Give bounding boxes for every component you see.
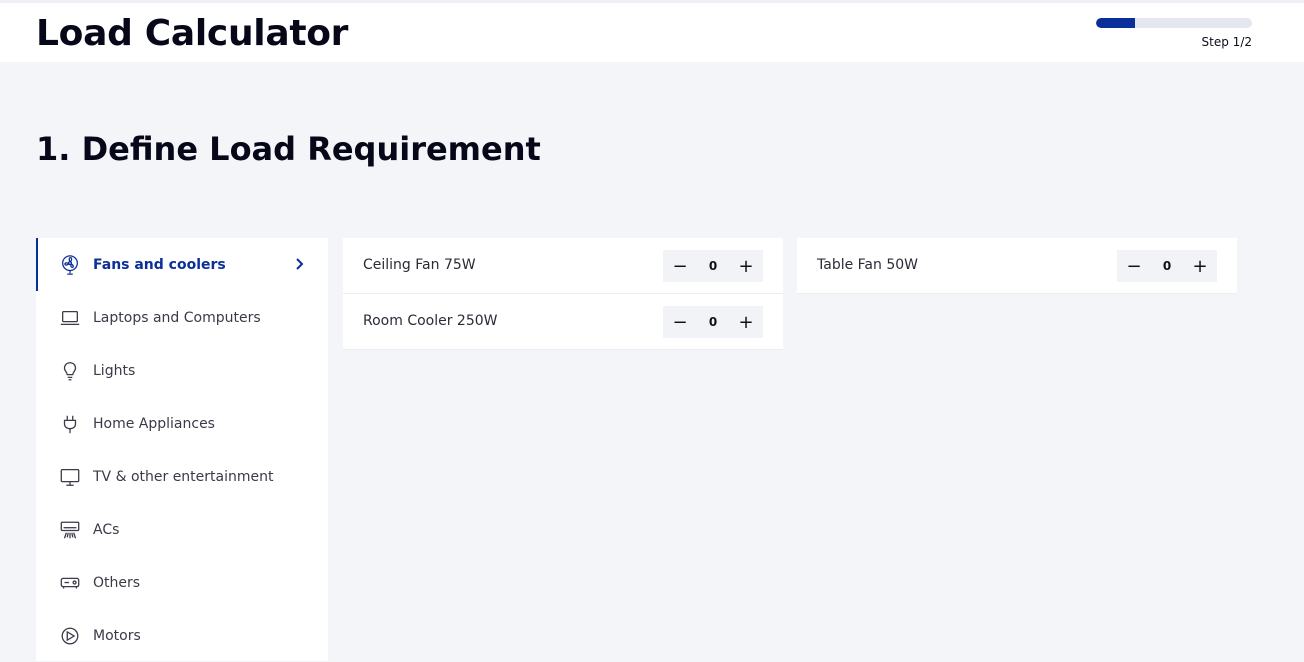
sidebar-item-laptops-and-computers[interactable]: Laptops and Computers (36, 291, 328, 344)
motor-icon (58, 624, 82, 648)
quantity-stepper: − 0 + (663, 306, 763, 338)
sidebar-item-label: Fans and coolers (93, 256, 226, 273)
quantity-value: 0 (708, 259, 718, 273)
sidebar-item-fans-and-coolers[interactable]: Fans and coolers (36, 238, 328, 291)
quantity-stepper: − 0 + (1117, 250, 1217, 282)
list-item: Table Fan 50W − 0 + (797, 238, 1237, 294)
sidebar-item-label: ACs (93, 521, 120, 538)
sidebar-item-label: Lights (93, 362, 136, 379)
category-sidebar: Fans and coolers Laptops and Computers L… (36, 238, 328, 661)
section-title: 1. Define Load Requirement (36, 130, 541, 168)
sidebar-item-tv-entertainment[interactable]: TV & other entertainment (36, 450, 328, 503)
decrement-button[interactable]: − (1117, 250, 1151, 282)
plug-icon (58, 412, 82, 436)
list-item: Room Cooler 250W − 0 + (343, 294, 783, 350)
sidebar-item-label: Home Appliances (93, 415, 215, 432)
decrement-button[interactable]: − (663, 250, 697, 282)
sidebar-item-label: Others (93, 574, 141, 591)
step-indicator: Step 1/2 (1201, 35, 1252, 49)
sidebar-item-label: Laptops and Computers (93, 309, 261, 326)
quantity-stepper: − 0 + (663, 250, 763, 282)
quantity-value: 0 (708, 315, 718, 329)
sidebar-item-label: Motors (93, 627, 141, 644)
progress-bar-fill (1096, 18, 1135, 28)
item-name: Table Fan 50W (817, 257, 918, 273)
chevron-right-icon (296, 258, 304, 270)
increment-button[interactable]: + (729, 250, 763, 282)
device-icon (58, 571, 82, 595)
progress-bar (1096, 18, 1252, 28)
sidebar-item-label: TV & other entertainment (93, 468, 274, 485)
list-item: Ceiling Fan 75W − 0 + (343, 238, 783, 294)
sidebar-item-acs[interactable]: ACs (36, 503, 328, 556)
sidebar-item-motors[interactable]: Motors (36, 609, 328, 662)
decrement-button[interactable]: − (663, 306, 697, 338)
item-name: Ceiling Fan 75W (363, 257, 476, 273)
sidebar-item-lights[interactable]: Lights (36, 344, 328, 397)
fan-icon (58, 253, 82, 277)
increment-button[interactable]: + (1183, 250, 1217, 282)
item-list-column-2: Table Fan 50W − 0 + (797, 238, 1237, 294)
sidebar-item-home-appliances[interactable]: Home Appliances (36, 397, 328, 450)
ac-icon (58, 518, 82, 542)
laptop-icon (58, 306, 82, 330)
app-title: Load Calculator (36, 13, 349, 54)
quantity-value: 0 (1162, 259, 1172, 273)
bulb-icon (58, 359, 82, 383)
item-name: Room Cooler 250W (363, 313, 498, 329)
app-header: Load Calculator Step 1/2 (0, 0, 1304, 62)
monitor-icon (58, 465, 82, 489)
increment-button[interactable]: + (729, 306, 763, 338)
sidebar-item-others[interactable]: Others (36, 556, 328, 609)
item-list-column-1: Ceiling Fan 75W − 0 + Room Cooler 250W −… (343, 238, 783, 350)
